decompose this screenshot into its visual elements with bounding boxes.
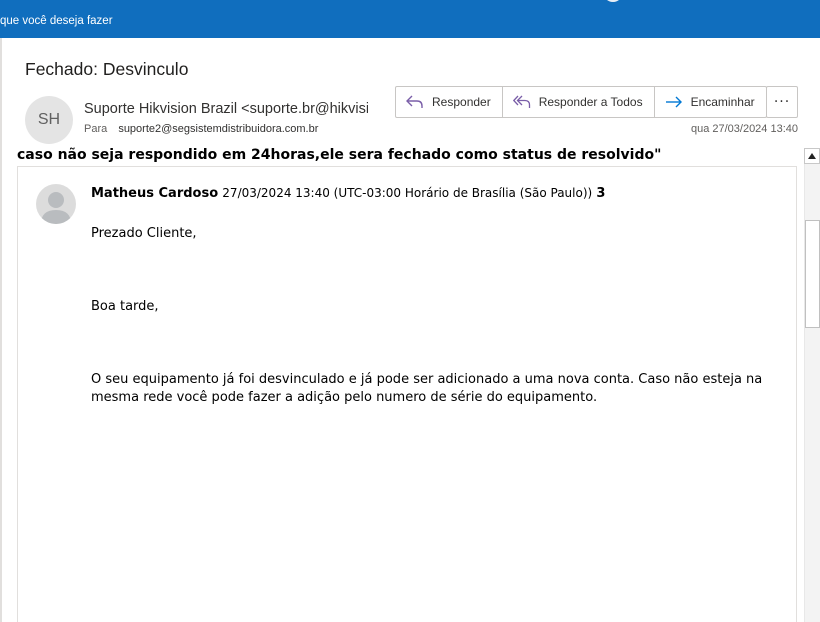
profile-avatar[interactable]: [603, 0, 623, 2]
quoted-bold-line: caso não seja respondido em 24horas,ele …: [17, 147, 662, 163]
pane-divider: [0, 38, 2, 622]
body-greeting: Prezado Cliente,: [91, 226, 197, 241]
reply-button[interactable]: Responder: [396, 87, 503, 117]
scrollbar-thumb[interactable]: [805, 220, 820, 328]
reply-author-avatar: [36, 184, 76, 224]
reply-count: 3: [596, 186, 606, 201]
scroll-up-button[interactable]: [804, 148, 820, 164]
person-icon: [41, 192, 71, 224]
caret-up-icon: [808, 153, 816, 159]
recipient-address[interactable]: suporte2@segsistemdistribuidora.com.br: [118, 123, 318, 135]
reply-timestamp: 27/03/2024 13:40 (UTC-03:00 Horário de B…: [222, 186, 593, 200]
reply-all-button[interactable]: Responder a Todos: [503, 87, 655, 117]
message-actions: Responder Responder a Todos Encaminhar: [395, 86, 767, 118]
sender-name[interactable]: Suporte Hikvision Brazil <suporte.br@hik…: [84, 101, 368, 117]
forward-label: Encaminhar: [690, 95, 755, 109]
reply-label: Responder: [432, 95, 491, 109]
tell-me-search[interactable]: que você deseja fazer: [0, 15, 113, 27]
message-date: qua 27/03/2024 13:40: [690, 123, 798, 135]
reply-all-icon: [512, 95, 530, 108]
sender-avatar[interactable]: SH: [25, 96, 73, 144]
body-afternoon: Boa tarde,: [91, 299, 159, 314]
reply-icon: [406, 95, 423, 108]
message-subject: Fechado: Desvinculo: [25, 59, 189, 79]
reply-all-label: Responder a Todos: [538, 95, 643, 109]
recipient-line: Para suporte2@segsistemdistribuidora.com…: [84, 123, 318, 135]
reply-author-line: Matheus Cardoso 27/03/2024 13:40 (UTC-03…: [91, 186, 605, 201]
forward-icon: [665, 96, 682, 108]
to-label: Para: [84, 123, 108, 135]
forward-button[interactable]: Encaminhar: [655, 87, 766, 117]
more-actions-button[interactable]: ···: [766, 86, 798, 118]
reply-author-name: Matheus Cardoso: [91, 186, 219, 201]
top-command-bar: que você deseja fazer: [0, 0, 820, 38]
body-paragraph: O seu equipamento já foi desvinculado e …: [91, 372, 763, 405]
